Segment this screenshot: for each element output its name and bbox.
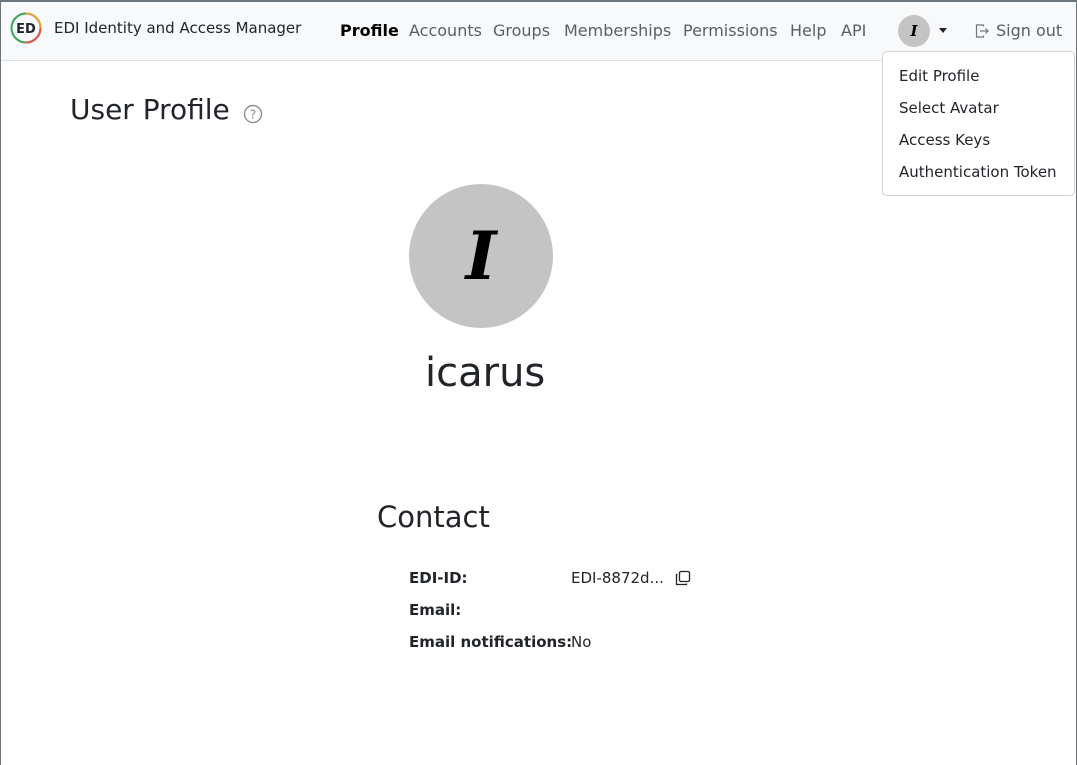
menu-item-select-avatar[interactable]: Select Avatar [883, 92, 1074, 124]
nav-help[interactable]: Help [790, 21, 826, 40]
email-label: Email: [409, 601, 462, 619]
username: icarus [425, 350, 546, 396]
chevron-down-icon[interactable] [939, 28, 947, 33]
edi-id-value: EDI-8872d... [571, 569, 664, 587]
nav-profile[interactable]: Profile [340, 21, 399, 40]
contact-section-title: Contact [377, 500, 490, 534]
nav-memberships[interactable]: Memberships [564, 21, 671, 40]
edi-id-label: EDI-ID: [409, 569, 468, 587]
svg-text:?: ? [250, 108, 256, 122]
signout-button[interactable]: Sign out [974, 21, 1062, 40]
email-notifications-row: Email notifications: [409, 633, 572, 651]
svg-text:ED: ED [16, 22, 36, 37]
box-arrow-right-icon [975, 23, 989, 38]
menu-item-edit-profile[interactable]: Edit Profile [883, 60, 1074, 92]
brand[interactable]: ED EDI Identity and Access Manager [10, 12, 301, 44]
copy-icon[interactable] [674, 569, 692, 587]
menu-item-access-keys[interactable]: Access Keys [883, 124, 1074, 156]
signout-label: Sign out [996, 21, 1063, 40]
edi-logo-icon: ED [10, 12, 42, 44]
nav-accounts[interactable]: Accounts [409, 21, 482, 40]
email-notifications-value: No [571, 633, 592, 651]
edi-id-row: EDI-ID: [409, 569, 468, 587]
nav-permissions[interactable]: Permissions [683, 21, 778, 40]
user-menu-avatar[interactable]: I [898, 15, 930, 47]
app-title[interactable]: EDI Identity and Access Manager [54, 19, 301, 37]
email-row: Email: [409, 601, 461, 619]
nav-groups[interactable]: Groups [493, 21, 550, 40]
nav-api[interactable]: API [841, 21, 866, 40]
page-title: User Profile [70, 93, 230, 126]
menu-item-authentication-token[interactable]: Authentication Token [883, 156, 1074, 188]
question-circle-icon[interactable]: ? [243, 104, 263, 124]
profile-avatar: I [409, 184, 553, 328]
email-notifications-label: Email notifications: [409, 633, 573, 651]
user-dropdown-menu: Edit Profile Select Avatar Access Keys A… [882, 51, 1075, 196]
